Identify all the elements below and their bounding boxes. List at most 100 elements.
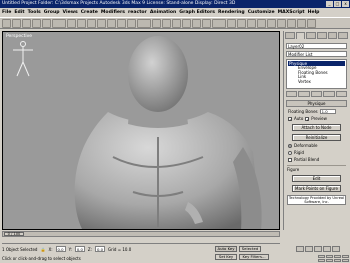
reinitialize-button[interactable]: Reinitialize bbox=[292, 134, 341, 141]
configure-sets-icon[interactable] bbox=[335, 91, 348, 97]
layer-manager-icon[interactable] bbox=[247, 18, 256, 28]
align-icon[interactable] bbox=[237, 18, 246, 28]
zoom-extents-icon[interactable] bbox=[334, 255, 341, 258]
play-icon[interactable] bbox=[314, 246, 322, 252]
tab-motion[interactable] bbox=[317, 32, 327, 39]
named-selection-sets[interactable] bbox=[212, 18, 226, 28]
lock-selection-icon[interactable]: 🔒 bbox=[40, 247, 45, 252]
maximize-viewport-icon[interactable] bbox=[342, 259, 349, 262]
menu-tools[interactable]: Tools bbox=[28, 10, 41, 15]
bind-space-warp-icon[interactable] bbox=[42, 18, 51, 28]
perspective-viewport[interactable]: Perspective bbox=[2, 31, 280, 230]
menu-customize[interactable]: Customize bbox=[248, 10, 275, 15]
tab-hierarchy[interactable] bbox=[306, 32, 317, 39]
attach-to-node-button[interactable]: Attach to Node bbox=[292, 124, 341, 131]
menu-maxscript[interactable]: MAXScript bbox=[278, 10, 305, 15]
y-coordinate-field[interactable]: 0.0 bbox=[74, 246, 85, 252]
maximize-button[interactable]: □ bbox=[334, 1, 341, 7]
manipulate-icon[interactable] bbox=[162, 18, 171, 28]
make-unique-icon[interactable] bbox=[310, 91, 323, 97]
pivot-icon[interactable] bbox=[152, 18, 161, 28]
redo-icon[interactable] bbox=[12, 18, 21, 28]
material-editor-icon[interactable] bbox=[277, 18, 286, 28]
menu-reactor[interactable]: reactor bbox=[128, 10, 147, 15]
tab-display[interactable] bbox=[327, 32, 338, 39]
zoom-icon[interactable] bbox=[318, 255, 325, 258]
spinner-snap-icon[interactable] bbox=[202, 18, 211, 28]
menu-create[interactable]: Create bbox=[81, 10, 98, 15]
render-frame-icon[interactable] bbox=[297, 18, 306, 28]
selected-dropdown[interactable]: Selected bbox=[239, 246, 261, 252]
rigid-radio[interactable] bbox=[288, 150, 292, 155]
z-coordinate-field[interactable]: 0.0 bbox=[95, 246, 106, 252]
percent-snap-icon[interactable] bbox=[192, 18, 201, 28]
menu-edit[interactable]: Edit bbox=[14, 10, 24, 15]
minimize-button[interactable]: _ bbox=[326, 1, 333, 7]
go-to-start-icon[interactable] bbox=[296, 246, 304, 252]
tab-utilities[interactable] bbox=[338, 32, 349, 39]
field-of-view-icon[interactable] bbox=[318, 259, 325, 262]
menu-help[interactable]: Help bbox=[308, 10, 320, 15]
quick-render-icon[interactable] bbox=[307, 18, 316, 28]
mirror-icon[interactable] bbox=[227, 18, 236, 28]
floating-bones-spinner[interactable]: 1.0 bbox=[319, 109, 336, 114]
deformable-radio[interactable] bbox=[288, 143, 292, 148]
stack-item-vertex[interactable]: Vertex bbox=[288, 79, 345, 85]
render-setup-icon[interactable] bbox=[287, 18, 296, 28]
track-bar[interactable] bbox=[2, 238, 280, 244]
set-key-button[interactable]: Set Key bbox=[215, 254, 237, 260]
menu-graph-editors[interactable]: Graph Editors bbox=[179, 10, 215, 15]
next-frame-icon[interactable] bbox=[323, 246, 331, 252]
tab-create[interactable] bbox=[285, 32, 295, 39]
object-name-input[interactable]: Layer02 bbox=[286, 43, 347, 49]
pin-stack-icon[interactable] bbox=[286, 91, 298, 97]
menu-views[interactable]: Views bbox=[63, 10, 78, 15]
select-object-icon[interactable] bbox=[67, 18, 76, 28]
tab-modify[interactable] bbox=[295, 32, 306, 39]
link-icon[interactable] bbox=[22, 18, 31, 28]
undo-icon[interactable] bbox=[2, 18, 11, 28]
menu-animation[interactable]: Animation bbox=[150, 10, 176, 15]
select-by-name-icon[interactable] bbox=[77, 18, 86, 28]
schematic-view-icon[interactable] bbox=[267, 18, 276, 28]
auto-key-button[interactable]: Auto Key bbox=[215, 246, 237, 252]
menu-rendering[interactable]: Rendering bbox=[218, 10, 245, 15]
move-icon[interactable] bbox=[107, 18, 116, 28]
previous-frame-icon[interactable] bbox=[305, 246, 313, 252]
region-select-icon[interactable] bbox=[87, 18, 96, 28]
preview-checkbox[interactable] bbox=[305, 116, 310, 121]
zoom-all-icon[interactable] bbox=[326, 255, 333, 258]
key-filters-button[interactable]: Key Filters... bbox=[239, 254, 269, 260]
time-slider[interactable]: 0 / 100 bbox=[2, 231, 280, 237]
menu-modifiers[interactable]: Modifiers bbox=[101, 10, 125, 15]
menu-group[interactable]: Group bbox=[44, 10, 60, 15]
curve-editor-icon[interactable] bbox=[257, 18, 266, 28]
scale-icon[interactable] bbox=[127, 18, 136, 28]
mark-points-button[interactable]: Mark Points on Figure bbox=[292, 185, 341, 192]
snap-toggle-icon[interactable] bbox=[172, 18, 181, 28]
partial-blend-checkbox[interactable] bbox=[288, 157, 292, 162]
show-end-result-icon[interactable] bbox=[298, 91, 310, 97]
remove-modifier-icon[interactable] bbox=[323, 91, 335, 97]
zoom-extents-all-icon[interactable] bbox=[342, 255, 349, 258]
reference-coordinate-dropdown[interactable] bbox=[137, 18, 151, 28]
angle-snap-icon[interactable] bbox=[182, 18, 191, 28]
preview-label: Preview bbox=[311, 116, 327, 121]
time-slider-thumb[interactable]: 0 / 100 bbox=[4, 232, 24, 236]
figure-edit-button[interactable]: Edit bbox=[292, 175, 341, 182]
go-to-end-icon[interactable] bbox=[332, 246, 340, 252]
rollout-header[interactable]: Physique bbox=[286, 100, 347, 107]
close-button[interactable]: x bbox=[342, 1, 349, 7]
window-crossing-icon[interactable] bbox=[97, 18, 106, 28]
modifier-list-dropdown[interactable]: Modifier List bbox=[286, 51, 347, 57]
menu-file[interactable]: File bbox=[2, 10, 11, 15]
pan-icon[interactable] bbox=[326, 259, 333, 262]
selection-filter[interactable] bbox=[52, 18, 66, 28]
x-coordinate-field[interactable]: 0.0 bbox=[55, 246, 66, 252]
deformable-label: Deformable bbox=[294, 143, 318, 148]
orbit-icon[interactable] bbox=[334, 259, 341, 262]
unlink-icon[interactable] bbox=[32, 18, 41, 28]
rotate-icon[interactable] bbox=[117, 18, 126, 28]
modifier-stack[interactable]: Physique Envelope Floating Bones Link Ve… bbox=[286, 59, 347, 89]
auto-checkbox[interactable] bbox=[288, 116, 292, 121]
